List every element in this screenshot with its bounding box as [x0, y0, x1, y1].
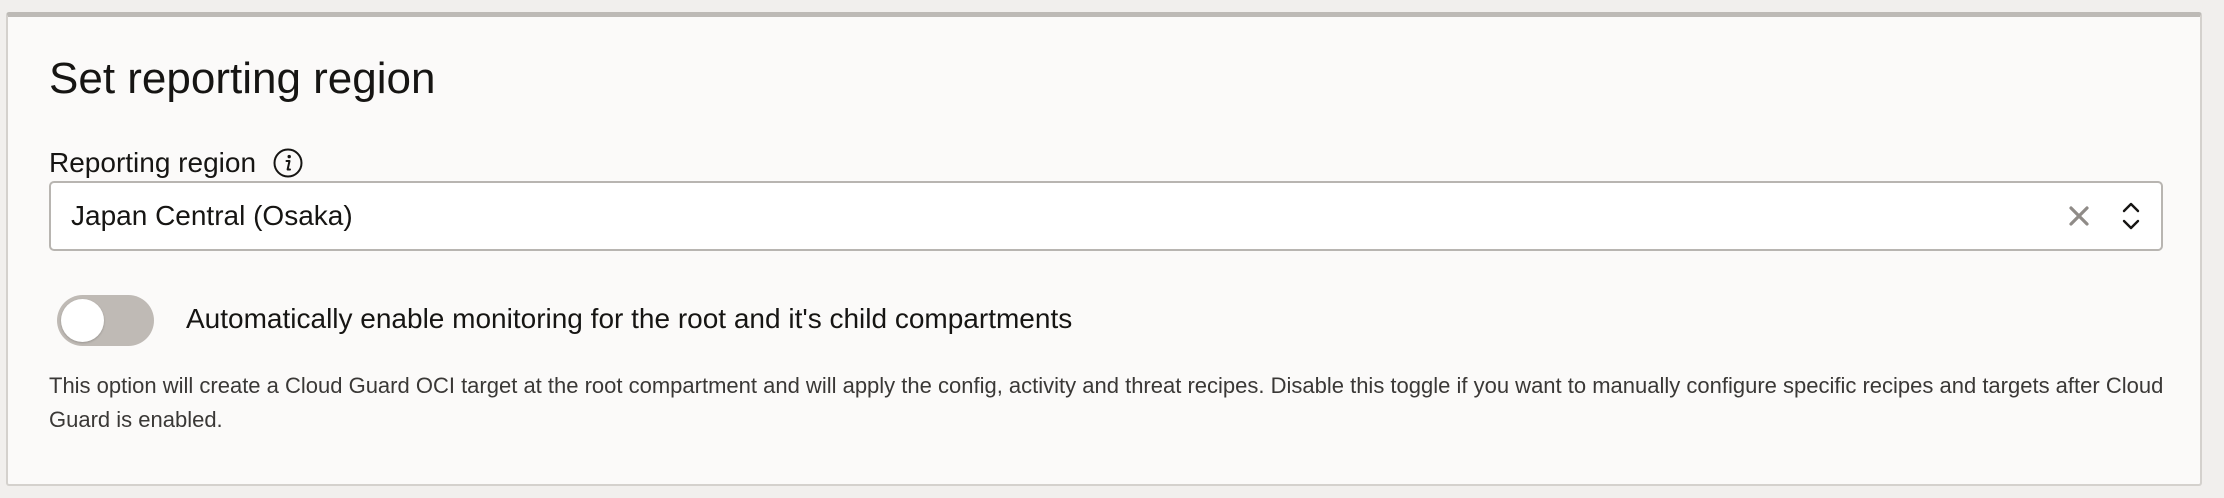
auto-monitoring-label: Automatically enable monitoring for the …	[186, 303, 1073, 334]
reporting-region-label: Reporting region	[49, 147, 257, 178]
set-reporting-region-panel: Set reporting region Reporting region Ja…	[6, 12, 2202, 486]
panel-title: Set reporting region	[49, 54, 436, 103]
info-icon[interactable]	[272, 147, 304, 179]
toggle-knob	[61, 299, 104, 342]
reporting-region-label-row: Reporting region	[49, 143, 304, 183]
reporting-region-value: Japan Central (Osaka)	[71, 200, 353, 231]
reporting-region-select[interactable]: Japan Central (Osaka)	[49, 181, 2163, 251]
auto-monitoring-help-text: This option will create a Cloud Guard OC…	[49, 373, 2164, 432]
close-icon[interactable]	[2063, 200, 2095, 232]
chevron-up-down-icon[interactable]	[2115, 196, 2147, 236]
auto-monitoring-toggle[interactable]	[57, 295, 154, 346]
